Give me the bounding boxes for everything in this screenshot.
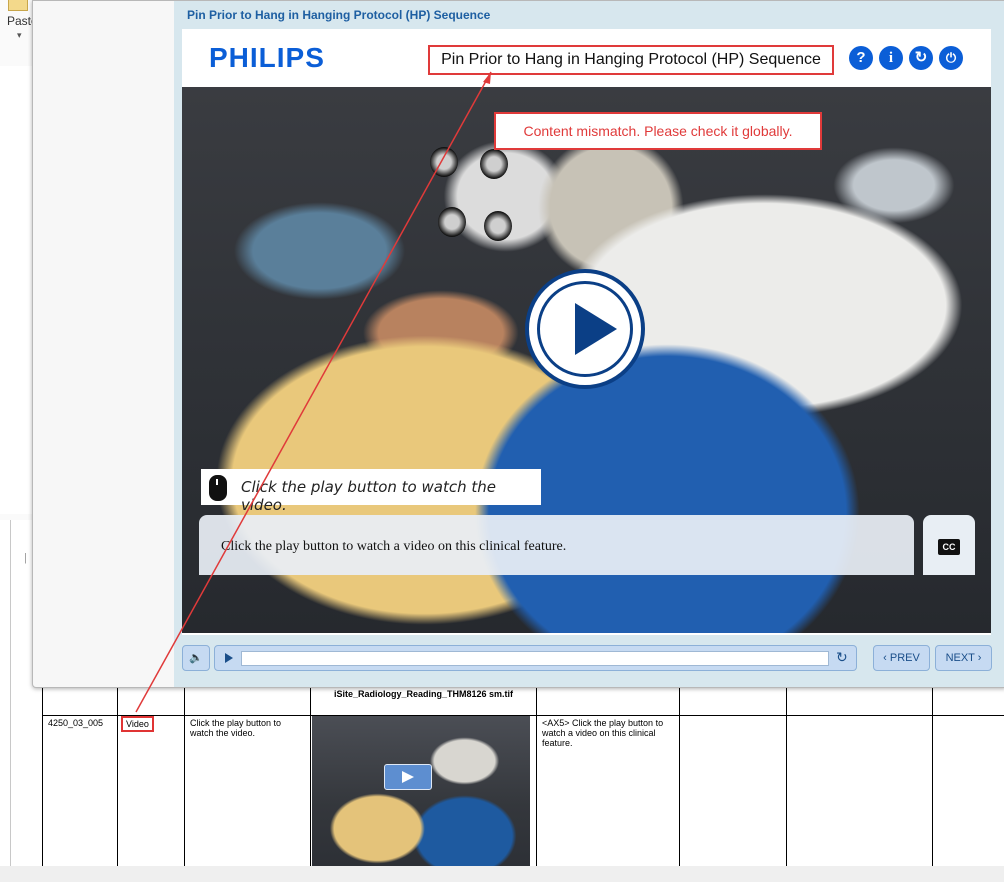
brain-scan-image	[484, 211, 512, 241]
course-frame: Pin Prior to Hang in Hanging Protocol (H…	[174, 1, 1004, 687]
brain-scan-image	[480, 149, 508, 179]
play-pause-button[interactable]	[214, 645, 242, 671]
prev-button[interactable]: ‹ PREV	[873, 645, 930, 671]
cell-narration[interactable]: <AX5> Click the play button to watch a v…	[536, 715, 680, 871]
video-thumbnail	[312, 716, 530, 866]
video-type-label: Video	[121, 716, 154, 732]
storyboard-table: iSite_Radiology_Reading_THM8126 sm.tif 4…	[42, 686, 1004, 871]
volume-button[interactable]: 🔈	[182, 645, 210, 671]
next-button[interactable]: NEXT ›	[935, 645, 992, 671]
info-icon[interactable]: i	[879, 46, 903, 70]
replay-icon[interactable]: ↻	[836, 649, 848, 666]
table-row: 4250_03_005 Video Click the play button …	[42, 715, 1004, 871]
brain-scan-image	[438, 207, 466, 237]
play-button[interactable]	[525, 269, 645, 389]
caption-panel: Click the play button to watch a video o…	[199, 515, 914, 575]
course-title: Pin Prior to Hang in Hanging Protocol (H…	[428, 45, 834, 75]
closed-caption-icon: CC	[938, 539, 960, 555]
closed-caption-button[interactable]: CC	[923, 515, 975, 575]
instruction-text: Click the play button to watch the video…	[241, 478, 496, 514]
cell-screen-type[interactable]: Video	[117, 715, 185, 871]
mouse-icon	[209, 475, 227, 501]
help-icon[interactable]: ?	[849, 46, 873, 70]
cell-onscreen-text[interactable]: Click the play button to watch the video…	[184, 715, 311, 871]
image-filename: iSite_Radiology_Reading_THM8126 sm.tif	[333, 689, 514, 699]
chevron-down-icon[interactable]: ▾	[17, 30, 22, 41]
progress-bar: ↻	[241, 645, 857, 671]
play-icon	[575, 303, 617, 355]
window-title: Pin Prior to Hang in Hanging Protocol (H…	[187, 8, 491, 22]
player-header: PHILIPS Pin Prior to Hang in Hanging Pro…	[182, 29, 991, 87]
refresh-icon[interactable]: ↻	[909, 46, 933, 70]
cell-screen-id[interactable]: 4250_03_005	[42, 715, 118, 871]
video-still: Content mismatch. Please check it global…	[182, 87, 991, 633]
course-preview-window: Pin Prior to Hang in Hanging Protocol (H…	[32, 0, 1004, 688]
philips-logo: PHILIPS	[209, 42, 325, 73]
review-comment: Content mismatch. Please check it global…	[494, 112, 822, 150]
course-player: PHILIPS Pin Prior to Hang in Hanging Pro…	[182, 29, 991, 635]
progress-track[interactable]	[241, 651, 829, 666]
paste-icon[interactable]	[8, 0, 28, 11]
play-icon	[384, 764, 432, 790]
status-bar	[0, 866, 1004, 882]
ruler-tick: |	[24, 552, 27, 564]
instruction-callout: Click the play button to watch the video…	[201, 469, 541, 514]
playback-controls: 🔈 ↻ ‹ PREV NEXT ›	[182, 645, 992, 673]
power-icon[interactable]: ⏻	[939, 46, 963, 70]
brain-scan-image	[430, 147, 458, 177]
cell-image[interactable]	[310, 715, 537, 871]
table-row: iSite_Radiology_Reading_THM8126 sm.tif	[42, 686, 1004, 716]
caption-text: Click the play button to watch a video o…	[221, 539, 567, 554]
